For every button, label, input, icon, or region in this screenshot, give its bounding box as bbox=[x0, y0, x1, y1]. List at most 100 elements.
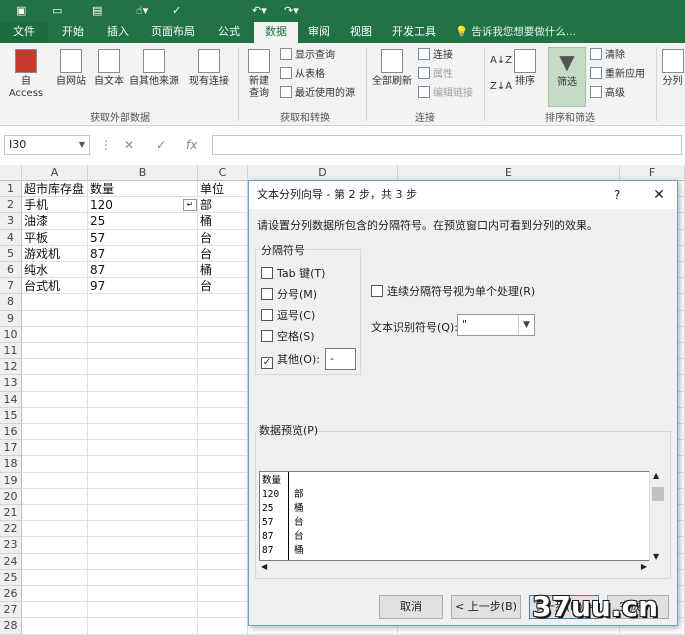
tab-6[interactable]: 审阅 bbox=[300, 22, 338, 43]
cell[interactable]: 数量 bbox=[88, 181, 198, 197]
cell[interactable]: 油漆 bbox=[22, 213, 88, 229]
tab-1[interactable]: 开始 bbox=[52, 22, 94, 43]
from-access-button[interactable]: 自 Access bbox=[4, 49, 48, 100]
row-header-10[interactable]: 10 bbox=[0, 326, 22, 343]
cell[interactable]: 单位 bbox=[198, 181, 248, 197]
row-header-16[interactable]: 16 bbox=[0, 424, 22, 441]
cell[interactable]: 平板 bbox=[22, 230, 88, 246]
checkbox-box[interactable] bbox=[261, 330, 273, 342]
consecutive-box[interactable] bbox=[371, 285, 383, 297]
row-header-25[interactable]: 25 bbox=[0, 569, 22, 586]
name-box[interactable]: I30 ▼ bbox=[4, 135, 90, 155]
tab-8[interactable]: 开发工具 bbox=[384, 22, 444, 43]
row-header-9[interactable]: 9 bbox=[0, 310, 22, 327]
column-header-A[interactable]: A bbox=[22, 165, 88, 181]
open-icon[interactable]: ▭ bbox=[52, 3, 62, 19]
from-table-button[interactable]: 从表格 bbox=[280, 67, 325, 83]
connections-button[interactable]: 连接 bbox=[418, 48, 453, 64]
cell[interactable]: 桶 bbox=[198, 262, 248, 278]
enter-icon[interactable]: ✓ bbox=[156, 135, 166, 155]
cell[interactable]: 桶 bbox=[198, 213, 248, 229]
paste-options-icon[interactable]: ↵ bbox=[183, 199, 197, 211]
from-text-button[interactable]: 自文本 bbox=[90, 49, 128, 88]
cell[interactable]: 纯水 bbox=[22, 262, 88, 278]
cancel-button[interactable]: 取消 bbox=[379, 595, 443, 619]
checkbox-box[interactable] bbox=[261, 309, 273, 321]
row-header-13[interactable]: 13 bbox=[0, 375, 22, 392]
tell-me-box[interactable]: 💡 告诉我您想要做什么... bbox=[455, 22, 576, 43]
row-header-3[interactable]: 3 bbox=[0, 213, 22, 230]
from-other-button[interactable]: 自其他来源 bbox=[126, 49, 182, 88]
cell[interactable]: 台 bbox=[198, 230, 248, 246]
cell[interactable]: 游戏机 bbox=[22, 246, 88, 262]
column-header-C[interactable]: C bbox=[198, 165, 248, 181]
row-header-21[interactable]: 21 bbox=[0, 505, 22, 522]
delimiter-checkbox-3[interactable]: 空格(S) bbox=[261, 330, 315, 344]
filter-button[interactable]: ▼ 筛选 bbox=[548, 47, 586, 107]
row-header-1[interactable]: 1 bbox=[0, 181, 22, 198]
delimiter-checkbox-1[interactable]: 分号(M) bbox=[261, 288, 317, 302]
print-icon[interactable]: ▤ bbox=[92, 3, 102, 19]
sort-button[interactable]: 排序 bbox=[512, 49, 538, 88]
cell[interactable]: 台 bbox=[198, 246, 248, 262]
tab-0[interactable]: 文件 bbox=[0, 22, 48, 43]
preview-horizontal-scrollbar[interactable]: ◀ ▶ bbox=[259, 561, 665, 575]
advanced-button[interactable]: 高级 bbox=[590, 86, 625, 102]
row-header-18[interactable]: 18 bbox=[0, 456, 22, 473]
sort-za-icon[interactable]: Z↓A bbox=[490, 79, 512, 95]
other-delimiter-input[interactable]: - bbox=[325, 348, 356, 370]
scroll-down-icon[interactable]: ▼ bbox=[653, 552, 659, 561]
select-all-corner[interactable] bbox=[0, 165, 22, 181]
formula-input[interactable] bbox=[212, 135, 682, 155]
scroll-left-icon[interactable]: ◀ bbox=[261, 562, 267, 571]
cell[interactable]: 台 bbox=[198, 278, 248, 294]
delimiter-checkbox-4[interactable]: ✓ 其他(O): bbox=[261, 353, 320, 369]
checkbox-box[interactable] bbox=[261, 288, 273, 300]
refresh-all-button[interactable]: 全部刷新 bbox=[370, 49, 414, 88]
cell[interactable]: 25 bbox=[88, 213, 198, 229]
tab-5[interactable]: 数据 bbox=[254, 22, 298, 43]
undo-icon[interactable]: ↶▾ bbox=[252, 3, 267, 19]
scroll-up-icon[interactable]: ▲ bbox=[653, 471, 659, 480]
delimiter-checkbox-2[interactable]: 逗号(C) bbox=[261, 309, 315, 323]
row-header-6[interactable]: 6 bbox=[0, 262, 22, 279]
consecutive-checkbox[interactable]: 连续分隔符号视为单个处理(R) bbox=[371, 285, 535, 299]
text-qualifier-select[interactable]: " ▼ bbox=[457, 314, 535, 336]
existing-connections-button[interactable]: 现有连接 bbox=[186, 49, 232, 88]
close-icon[interactable]: ✕ bbox=[647, 181, 671, 209]
row-header-17[interactable]: 17 bbox=[0, 440, 22, 457]
preview-vertical-scrollbar[interactable]: ▲ ▼ bbox=[649, 471, 665, 561]
row-header-28[interactable]: 28 bbox=[0, 618, 22, 635]
column-header-E[interactable]: E bbox=[398, 165, 620, 181]
help-icon[interactable]: ? bbox=[614, 181, 620, 209]
save-icon[interactable]: ▣ bbox=[16, 3, 26, 19]
reapply-button[interactable]: 重新应用 bbox=[590, 67, 645, 83]
cell[interactable]: 97 bbox=[88, 278, 198, 294]
cell[interactable]: 57 bbox=[88, 230, 198, 246]
cell[interactable]: 部 bbox=[198, 197, 248, 213]
clear-button[interactable]: 清除 bbox=[590, 48, 625, 64]
recent-sources-button[interactable]: 最近使用的源 bbox=[280, 86, 355, 102]
touch-mode-icon[interactable]: ☝▾ bbox=[136, 3, 148, 19]
from-web-button[interactable]: 自网站 bbox=[52, 49, 90, 88]
cell[interactable]: 台式机 bbox=[22, 278, 88, 294]
row-header-27[interactable]: 27 bbox=[0, 602, 22, 619]
checkbox-box[interactable]: ✓ bbox=[261, 357, 273, 369]
scroll-right-icon[interactable]: ▶ bbox=[641, 562, 647, 571]
tab-2[interactable]: 插入 bbox=[98, 22, 138, 43]
cell[interactable]: 手机 bbox=[22, 197, 88, 213]
row-header-5[interactable]: 5 bbox=[0, 245, 22, 262]
insert-function-icon[interactable]: fx bbox=[186, 135, 197, 155]
text-to-columns-button[interactable]: 分列 bbox=[660, 49, 685, 88]
checkbox-box[interactable] bbox=[261, 267, 273, 279]
cell[interactable]: 120 bbox=[88, 197, 198, 213]
delimiter-checkbox-0[interactable]: Tab 键(T) bbox=[261, 267, 325, 281]
row-header-2[interactable]: 2 bbox=[0, 197, 22, 214]
cancel-icon[interactable]: ✕ bbox=[124, 135, 134, 155]
data-preview[interactable]: 数量 120 25 57 87 87 部桶台台桶 bbox=[259, 471, 665, 561]
row-header-4[interactable]: 4 bbox=[0, 229, 22, 246]
sort-az-icon[interactable]: A↓Z bbox=[490, 53, 512, 69]
row-header-22[interactable]: 22 bbox=[0, 521, 22, 538]
new-query-button[interactable]: 新建 查询 bbox=[242, 49, 276, 100]
row-header-14[interactable]: 14 bbox=[0, 391, 22, 408]
